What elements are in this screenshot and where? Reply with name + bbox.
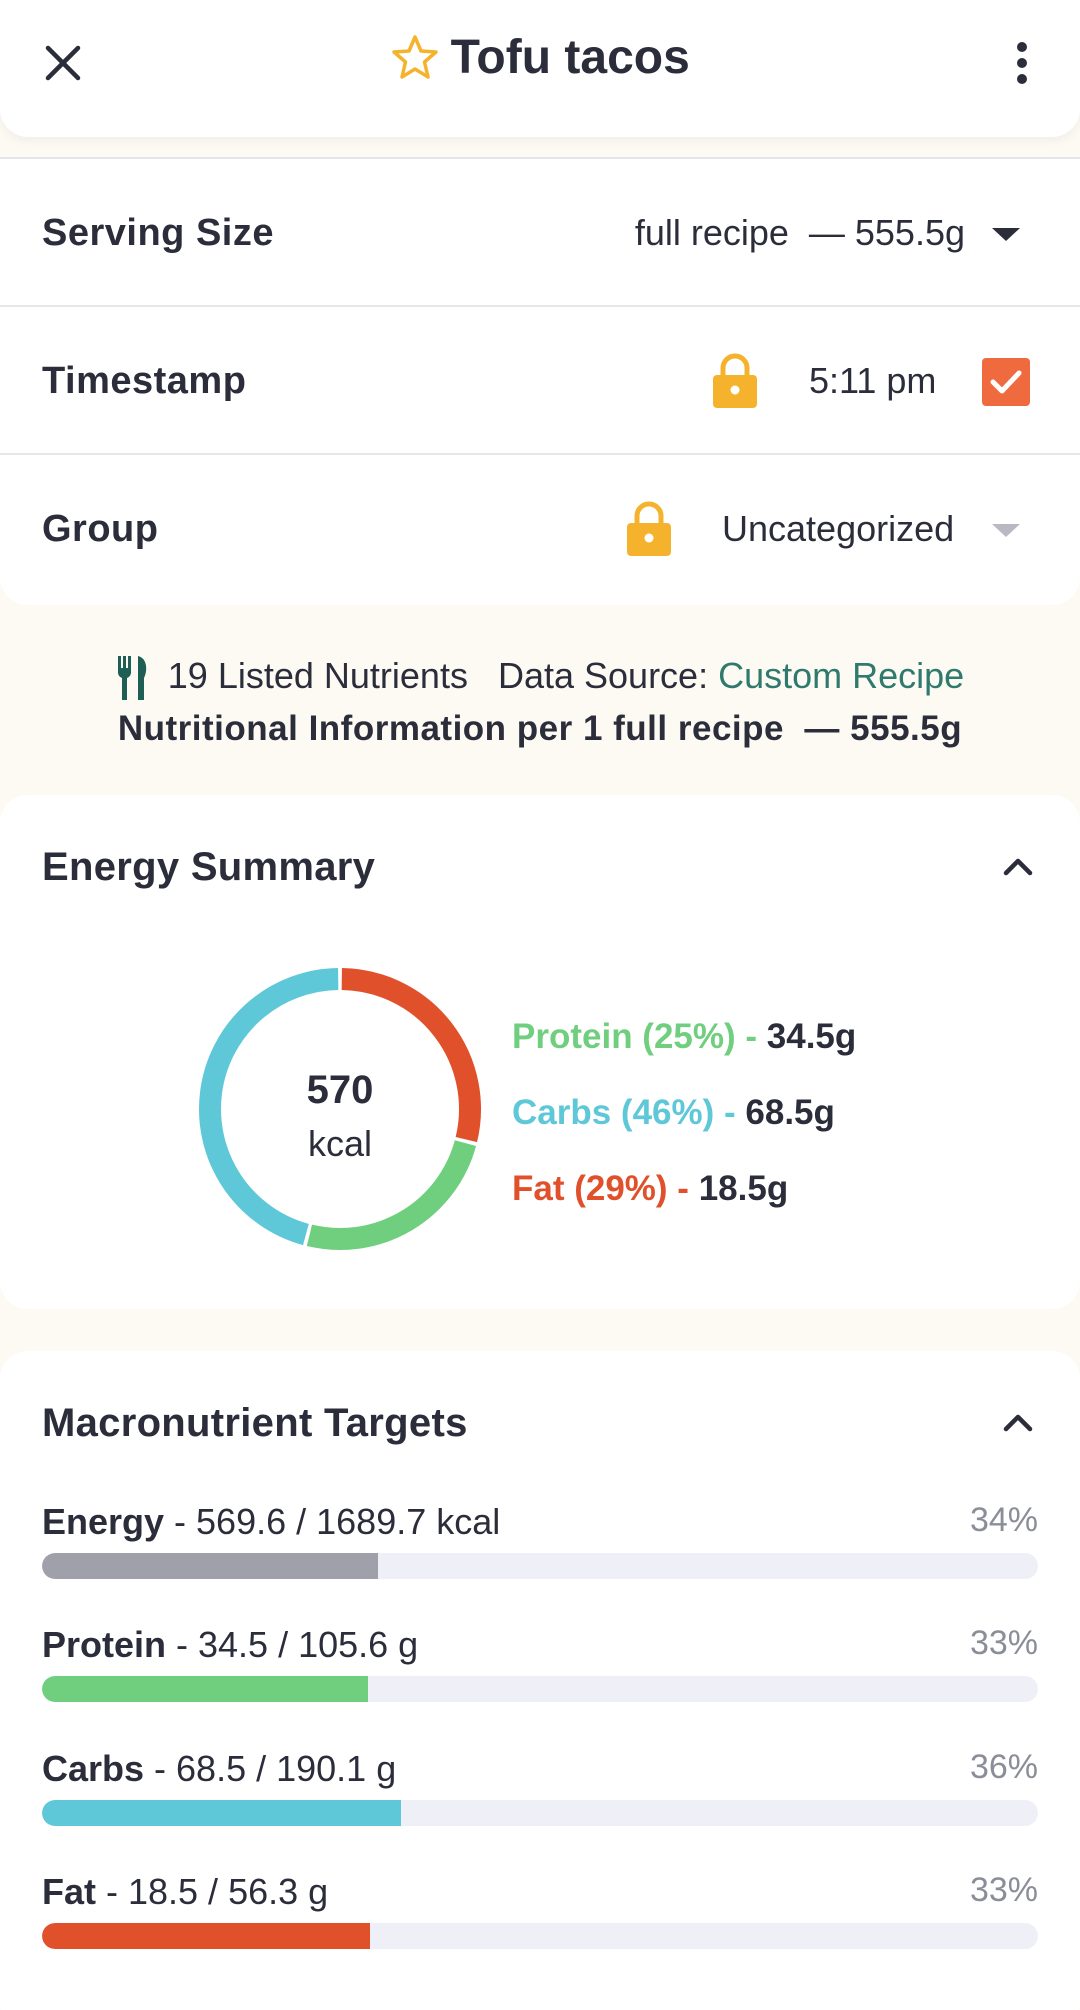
target-name: Energy [42,1501,165,1542]
target-protein: Protein - 34.5 / 105.6 g 33% [42,1624,1038,1724]
data-source-link[interactable]: Custom Recipe [718,655,964,696]
progress-track [42,1676,1038,1702]
progress-fill [42,1676,368,1702]
target-detail: - 34.5 / 105.6 g [166,1624,419,1665]
page-title: Tofu tacos [450,31,690,84]
timestamp-label: Timestamp [42,360,247,402]
progress-fill [42,1800,401,1826]
progress-track [42,1923,1038,1949]
chevron-up-icon[interactable] [998,1407,1038,1437]
progress-fill [42,1923,370,1949]
top-bar: Tofu tacos [0,0,1080,137]
target-name: Carbs [42,1748,145,1789]
progress-track [42,1553,1038,1579]
data-source-label: Data Source: [497,655,709,696]
legend-carbs-label: Carbs (46%) - [512,1093,746,1132]
serving-size-label: Serving Size [42,212,274,254]
target-percent: 33% [969,1871,1038,1909]
star-outline-icon[interactable] [390,33,440,83]
target-energy: Energy - 569.6 / 1689.7 kcal 34% [42,1501,1038,1601]
legend-carbs: Carbs (46%) - 68.5g [512,1093,835,1133]
progress-fill [42,1553,378,1579]
lock-icon[interactable] [626,499,672,557]
target-detail: - 18.5 / 56.3 g [96,1871,329,1912]
nutrients-count: 19 Listed Nutrients [167,655,468,696]
legend-fat-amount: 18.5g [698,1169,789,1208]
serving-size-value[interactable]: full recipe — 555.5g [635,159,965,307]
settings-card: Serving Size full recipe — 555.5g Timest… [0,157,1080,605]
serving-size-row[interactable]: Serving Size full recipe — 555.5g [0,159,1080,307]
nutrition-info: 19 Listed Nutrients Data Source: Custom … [0,648,1080,754]
title-area: Tofu tacos [0,30,1080,96]
group-row[interactable]: Group Uncategorized [0,455,1080,603]
progress-track [42,1800,1038,1826]
target-percent: 34% [969,1501,1038,1539]
kcal-value: 570 [306,1068,374,1112]
more-vertical-icon[interactable] [1002,38,1042,88]
dropdown-arrow-icon[interactable] [992,524,1020,537]
timestamp-checkbox[interactable] [982,358,1030,406]
info-line: 19 Listed Nutrients Data Source: Custom … [0,648,1080,704]
target-name: Fat [42,1871,96,1912]
target-carbs-text: Carbs - 68.5 / 190.1 g [42,1748,396,1790]
chevron-up-icon[interactable] [998,851,1038,881]
kcal-unit: kcal [307,1123,373,1164]
timestamp-value[interactable]: 5:11 pm [809,307,936,455]
timestamp-row: Timestamp 5:11 pm [0,307,1080,455]
donut-segment-fat [341,968,481,1143]
legend-fat-label: Fat (29%) - [512,1169,699,1208]
check-icon [990,370,1022,394]
legend-protein-amount: 34.5g [766,1017,857,1056]
dropdown-arrow-icon[interactable] [992,228,1020,241]
target-energy-text: Energy - 569.6 / 1689.7 kcal [42,1501,500,1543]
target-percent: 33% [969,1624,1038,1662]
macronutrient-targets-card: Macronutrient Targets Energy - 569.6 / 1… [0,1351,1080,2010]
target-name: Protein [42,1624,167,1665]
legend-protein: Protein (25%) - 34.5g [512,1017,856,1057]
lock-icon[interactable] [712,351,758,409]
group-label: Group [42,508,159,550]
energy-summary-card: Energy Summary 570 kcal Protein (25%) - … [0,795,1080,1309]
target-percent: 36% [969,1748,1038,1786]
legend-protein-label: Protein (25%) - [512,1017,767,1056]
target-protein-text: Protein - 34.5 / 105.6 g [42,1624,418,1666]
target-detail: - 569.6 / 1689.7 kcal [164,1501,501,1542]
target-carbs: Carbs - 68.5 / 190.1 g 36% [42,1748,1038,1848]
target-fat: Fat - 18.5 / 56.3 g 33% [42,1871,1038,1971]
legend-fat: Fat (29%) - 18.5g [512,1169,788,1209]
group-value[interactable]: Uncategorized [722,455,954,603]
legend-carbs-amount: 68.5g [745,1093,835,1132]
energy-summary-title: Energy Summary [42,845,376,889]
fork-knife-icon [117,656,147,701]
targets-title: Macronutrient Targets [42,1401,468,1445]
target-detail: - 68.5 / 190.1 g [144,1748,397,1789]
per-serving-line: Nutritional Information per 1 full recip… [117,709,963,748]
target-fat-text: Fat - 18.5 / 56.3 g [42,1871,328,1913]
